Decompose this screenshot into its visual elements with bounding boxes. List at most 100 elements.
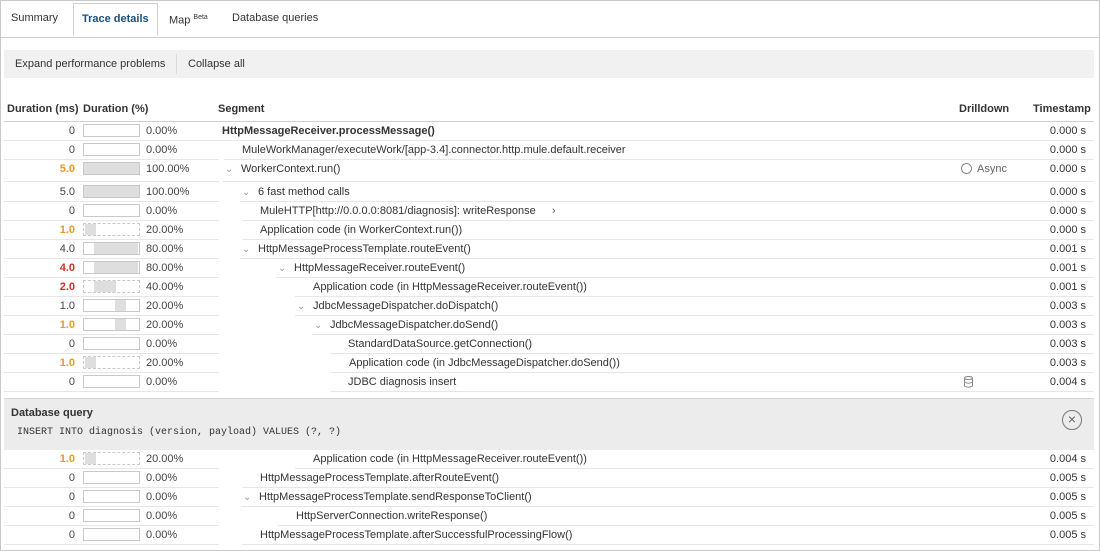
segment-name[interactable]: HttpMessageProcessTemplate.routeEvent() bbox=[258, 240, 471, 259]
table-row[interactable]: 0 0.00% ⌄ HttpMessageProcessTemplate.sendRe… bbox=[4, 488, 1094, 507]
row-divider-left bbox=[4, 181, 219, 182]
segment-name[interactable]: Application code (in JdbcMessageDispatch… bbox=[349, 354, 620, 373]
segment-name[interactable]: HttpMessageReceiver.routeEvent() bbox=[294, 259, 465, 278]
tab-trace-details[interactable]: Trace details bbox=[73, 3, 158, 36]
duration-bar bbox=[83, 356, 140, 369]
header-drilldown: Drilldown bbox=[959, 103, 1010, 115]
table-row[interactable]: 4.0 80.00% ⌄ HttpMessageReceiver.routeEvent… bbox=[4, 259, 1094, 278]
table-row[interactable]: 0 0.00% HttpMessageReceiver.processMessage… bbox=[4, 122, 1094, 141]
chevron-down-icon[interactable]: ⌄ bbox=[314, 316, 322, 335]
timestamp-value: 0.003 s bbox=[1049, 319, 1086, 331]
segment-name[interactable]: Application code (in WorkerContext.run()… bbox=[260, 221, 462, 240]
expand-performance-problems-button[interactable]: Expand performance problems bbox=[15, 50, 165, 78]
tab-database-queries[interactable]: Database queries bbox=[232, 1, 318, 35]
duration-bar-fill bbox=[94, 281, 116, 292]
table-row[interactable]: 1.0 20.00% Application code (in HttpMessag… bbox=[4, 450, 1094, 469]
table-row[interactable]: 0 0.00% StandardDataSource.getConnection()… bbox=[4, 335, 1094, 354]
row-divider bbox=[242, 544, 1094, 545]
trace-details-window: Summary Trace details Map Beta Database q… bbox=[0, 0, 1100, 551]
table-row[interactable]: 1.0 20.00% Application code (in JdbcMessag… bbox=[4, 354, 1094, 373]
chevron-down-icon[interactable]: ⌄ bbox=[242, 183, 250, 202]
duration-bar-fill bbox=[85, 357, 96, 368]
drilldown-async[interactable]: Async bbox=[961, 160, 1007, 179]
duration-bar-fill bbox=[94, 262, 138, 273]
segment-name[interactable]: WorkerContext.run() bbox=[241, 160, 340, 179]
table-row[interactable]: 5.0 100.00% ⌄ 6 fast method calls 0.000 s bbox=[4, 183, 1094, 202]
chevron-right-icon[interactable]: › bbox=[552, 202, 556, 221]
header-duration-ms[interactable]: Duration (ms) bbox=[7, 101, 79, 117]
table-row[interactable]: 1.0 20.00% ⌄ JdbcMessageDispatcher.doDispat… bbox=[4, 297, 1094, 316]
database-icon[interactable] bbox=[964, 376, 973, 391]
duration-bar bbox=[83, 242, 140, 255]
timestamp-value: 0.000 s bbox=[1049, 205, 1086, 217]
drilldown-label: Async bbox=[977, 163, 1007, 175]
duration-ms-value: 0 bbox=[68, 144, 75, 156]
duration-bar bbox=[83, 204, 140, 217]
segment-name[interactable]: JdbcMessageDispatcher.doSend() bbox=[330, 316, 498, 335]
duration-pct-value: 20.00% bbox=[146, 453, 184, 465]
header-segment[interactable]: Segment bbox=[218, 101, 264, 117]
segment-name[interactable]: 6 fast method calls bbox=[258, 183, 350, 202]
segment-name[interactable]: StandardDataSource.getConnection() bbox=[348, 335, 532, 354]
table-row[interactable]: 0 0.00% JDBC diagnosis insert 0.004 s bbox=[4, 373, 1094, 392]
table-row[interactable]: 5.0 100.00% ⌄ WorkerContext.run() Async 0.000… bbox=[4, 160, 1094, 182]
duration-bar-fill bbox=[84, 163, 139, 174]
chevron-down-icon[interactable]: ⌄ bbox=[242, 240, 250, 259]
duration-ms-value: 0 bbox=[68, 510, 75, 522]
tab-map[interactable]: Map Beta bbox=[169, 1, 208, 35]
tab-summary[interactable]: Summary bbox=[11, 1, 58, 35]
duration-bar bbox=[83, 375, 140, 388]
chevron-down-icon[interactable]: ⌄ bbox=[225, 160, 233, 179]
table-row[interactable]: 1.0 20.00% Application code (in WorkerCont… bbox=[4, 221, 1094, 240]
segment-name[interactable]: Application code (in HttpMessageReceiver… bbox=[313, 450, 587, 469]
tab-database-queries-label: Database queries bbox=[232, 12, 319, 24]
timestamp-value: 0.003 s bbox=[1049, 338, 1086, 350]
duration-pct-value: 100.00% bbox=[146, 163, 190, 175]
header-duration-pct[interactable]: Duration (%) bbox=[83, 101, 148, 117]
duration-pct-value: 20.00% bbox=[146, 300, 184, 312]
segment-name[interactable]: JdbcMessageDispatcher.doDispatch() bbox=[313, 297, 498, 316]
table-row[interactable]: 2.0 40.00% Application code (in HttpMessag… bbox=[4, 278, 1094, 297]
segment-name[interactable]: HttpMessageReceiver.processMessage() bbox=[222, 122, 435, 141]
chevron-down-icon[interactable]: ⌄ bbox=[297, 297, 305, 316]
segment-name[interactable]: MuleWorkManager/executeWork/[app-3.4].co… bbox=[242, 141, 626, 160]
duration-bar bbox=[83, 261, 140, 274]
duration-ms-value: 0 bbox=[68, 529, 75, 541]
duration-ms-value: 1.0 bbox=[59, 224, 75, 236]
table-row[interactable]: 0 0.00% HttpMessageProcessTemplate.afterSu… bbox=[4, 526, 1094, 545]
row-divider bbox=[223, 181, 1094, 182]
chevron-down-icon[interactable]: ⌄ bbox=[243, 488, 251, 507]
duration-pct-value: 100.00% bbox=[146, 186, 190, 198]
timestamp-value: 0.000 s bbox=[1049, 224, 1086, 236]
segment-name[interactable]: HttpMessageProcessTemplate.afterSuccessf… bbox=[260, 526, 572, 545]
duration-ms-value: 0 bbox=[68, 376, 75, 388]
duration-pct-value: 0.00% bbox=[146, 125, 178, 137]
header-timestamp[interactable]: Timestamp bbox=[1033, 101, 1091, 117]
segment-name[interactable]: HttpMessageProcessTemplate.sendResponseT… bbox=[259, 488, 532, 507]
table-row[interactable]: 0 0.00% HttpMessageProcessTemplate.afterRo… bbox=[4, 469, 1094, 488]
duration-pct-value: 0.00% bbox=[146, 529, 178, 541]
chevron-down-icon[interactable]: ⌄ bbox=[278, 259, 286, 278]
close-circle-icon[interactable]: × bbox=[1062, 410, 1082, 430]
segment-name[interactable]: Application code (in HttpMessageReceiver… bbox=[313, 278, 587, 297]
segment-name[interactable]: MuleHTTP[http://0.0.0.0:8081/diagnosis]:… bbox=[260, 202, 536, 221]
duration-bar bbox=[83, 143, 140, 156]
search-icon bbox=[961, 162, 972, 174]
segment-name[interactable]: HttpMessageProcessTemplate.afterRouteEve… bbox=[260, 469, 499, 488]
table-row[interactable]: 0 0.00% MuleWorkManager/executeWork/[app-3… bbox=[4, 141, 1094, 160]
duration-bar-fill bbox=[85, 453, 96, 464]
table-row[interactable]: 1.0 20.00% ⌄ JdbcMessageDispatcher.doSend()… bbox=[4, 316, 1094, 335]
duration-ms-value: 0 bbox=[68, 472, 75, 484]
table-row[interactable]: 0 0.00% HttpServerConnection.writeResponse… bbox=[4, 507, 1094, 526]
table-row[interactable]: 4.0 80.00% ⌄ HttpMessageProcessTemplate.rou… bbox=[4, 240, 1094, 259]
segment-name[interactable]: HttpServerConnection.writeResponse() bbox=[296, 507, 487, 526]
table-row[interactable]: 0 0.00% MuleHTTP[http://0.0.0.0:8081/diagn… bbox=[4, 202, 1094, 221]
duration-ms-value: 0 bbox=[68, 338, 75, 350]
duration-bar-fill bbox=[94, 243, 138, 254]
duration-ms-value: 2.0 bbox=[59, 281, 75, 293]
timestamp-value: 0.001 s bbox=[1049, 243, 1086, 255]
collapse-all-button[interactable]: Collapse all bbox=[188, 50, 245, 78]
timestamp-value: 0.005 s bbox=[1049, 529, 1086, 541]
duration-bar bbox=[83, 162, 140, 175]
segment-name[interactable]: JDBC diagnosis insert bbox=[348, 373, 456, 392]
